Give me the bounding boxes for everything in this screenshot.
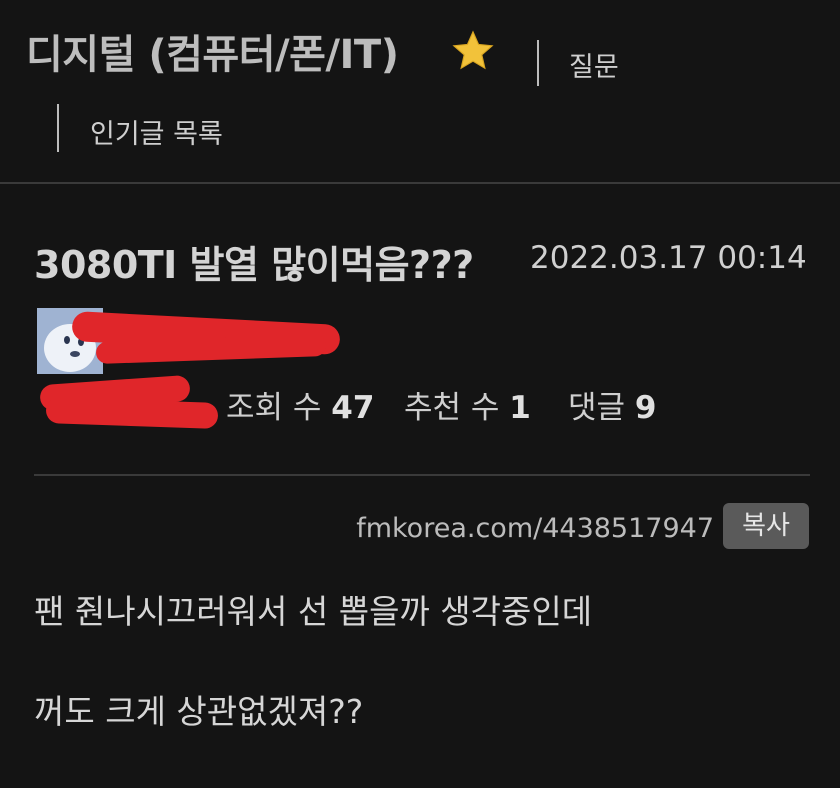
recommend-count-label: 추천 수 bbox=[404, 390, 500, 426]
nav-popular-link[interactable]: 인기글 목록 bbox=[90, 112, 223, 151]
post-body-line: 꺼도 크게 상관없겠져?? bbox=[34, 692, 364, 731]
divider-vertical bbox=[57, 104, 59, 152]
content-divider bbox=[34, 474, 810, 476]
divider-vertical bbox=[537, 40, 539, 86]
post-url[interactable]: fmkorea.com/4438517947 bbox=[356, 513, 714, 544]
view-count-value: 47 bbox=[331, 390, 375, 426]
comment-count-value: 9 bbox=[634, 390, 657, 426]
board-title[interactable]: 디지털 (컴퓨터/폰/IT) bbox=[26, 22, 399, 80]
board-header: 디지털 (컴퓨터/폰/IT) 질문 인기글 목록 bbox=[0, 0, 840, 184]
post-date: 2022.03.17 00:14 bbox=[530, 240, 807, 276]
post-body-line: 팬 줜나시끄러워서 선 뽑을까 생각중인데 bbox=[34, 592, 593, 631]
recommend-count: 추천 수 1 bbox=[404, 382, 531, 427]
comment-count-label: 댓글 bbox=[568, 390, 626, 426]
copy-url-button[interactable]: 복사 bbox=[723, 503, 809, 549]
nav-question-link[interactable]: 질문 bbox=[569, 45, 619, 84]
star-icon[interactable] bbox=[450, 28, 496, 74]
view-count-label: 조회 수 bbox=[226, 390, 322, 426]
recommend-count-value: 1 bbox=[509, 390, 531, 426]
view-count: 조회 수 47 bbox=[226, 382, 374, 427]
comment-count[interactable]: 댓글 9 bbox=[568, 382, 656, 427]
post-title: 3080TI 발열 많이먹음??? bbox=[34, 243, 474, 287]
redaction-mark bbox=[45, 397, 219, 429]
